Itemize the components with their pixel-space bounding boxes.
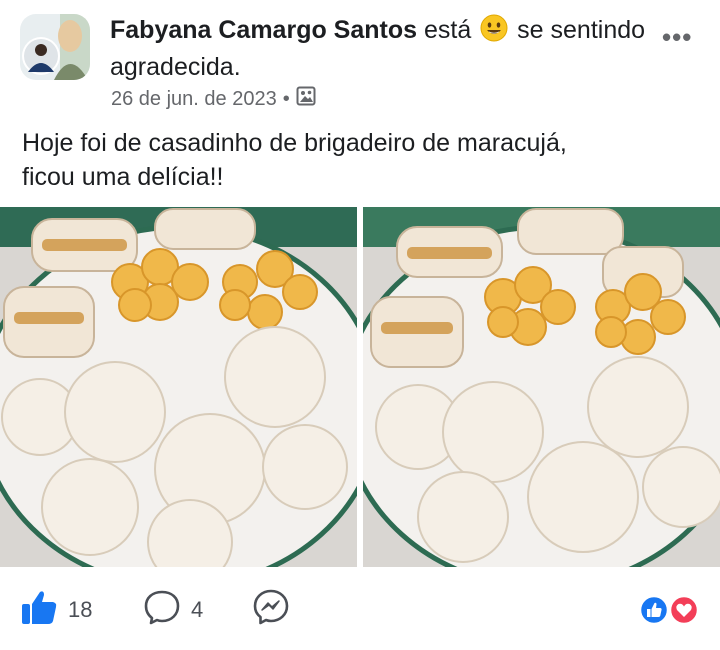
post-date[interactable]: 26 de jun. de 2023	[111, 88, 277, 111]
comment-count: 4	[191, 597, 204, 622]
feeling-prefix: está	[423, 16, 472, 44]
messenger-icon	[252, 588, 290, 632]
like-reaction-icon	[638, 594, 670, 626]
messenger-share-button[interactable]	[252, 588, 290, 632]
post-header-text: Fabyana Camargo Santos está se sentindo …	[110, 12, 650, 86]
reactions-summary[interactable]	[638, 594, 702, 626]
post-actions-bar: 18 4	[0, 580, 720, 640]
thumbs-up-icon	[20, 588, 58, 632]
comment-bubble-icon	[143, 588, 181, 632]
photo-album-icon	[296, 86, 316, 112]
post-text: Hoje foi de casadinho de brigadeiro de m…	[22, 129, 567, 191]
post-photo-1[interactable]	[0, 207, 357, 567]
author-name[interactable]: Fabyana Camargo Santos	[110, 16, 417, 44]
smiling-face-emoji	[480, 14, 508, 42]
love-reaction-icon	[668, 594, 700, 626]
like-count: 18	[68, 597, 93, 622]
like-button[interactable]: 18	[20, 588, 92, 632]
meta-separator: •	[282, 87, 290, 110]
post-photo-2[interactable]	[363, 207, 720, 567]
comment-button[interactable]: 4	[143, 588, 203, 632]
more-options-button[interactable]: •••	[662, 22, 692, 53]
post-meta: 26 de jun. de 2023 •	[111, 86, 316, 112]
author-avatar[interactable]	[20, 14, 90, 80]
post: Fabyana Camargo Santos está se sentindo …	[0, 0, 720, 650]
